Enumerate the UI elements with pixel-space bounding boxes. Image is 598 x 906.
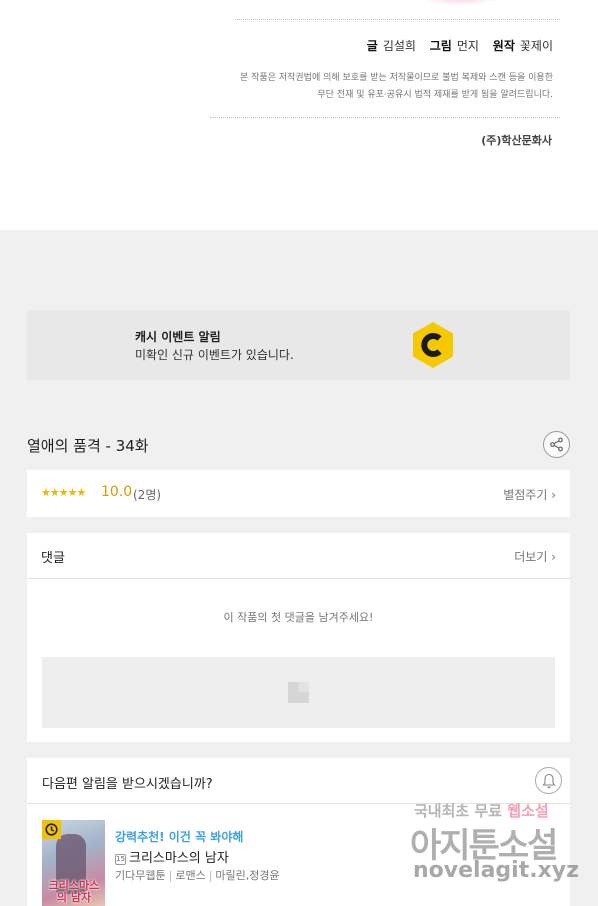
rate-button[interactable]: 별점주기 › (503, 486, 556, 503)
recommend-promo: 강력추천! 이건 꼭 봐야해 (115, 830, 244, 844)
share-icon (550, 437, 563, 452)
bell-icon (541, 773, 556, 788)
event-title: 캐시 이벤트 알림 (135, 330, 221, 344)
notify-question: 다음편 알림을 받으시겠습니까? (42, 777, 213, 792)
share-button[interactable] (543, 431, 570, 458)
age-rating-badge: 15 (115, 854, 126, 865)
rating-score: 10.0 (101, 484, 133, 500)
cash-coin-icon (413, 322, 453, 368)
comment-placeholder-icon (288, 682, 309, 703)
rating-card: ★★★★★ 10.0 (2명) 별점주기 › (27, 470, 570, 517)
event-subtitle: 미확인 신규 이벤트가 있습니다. (135, 348, 294, 362)
meta-category: 기다무웹툰 (115, 869, 166, 882)
notice-line: 본 작품은 저작권법에 의해 보호를 받는 저작물이므로 불법 복제와 스캔 등… (240, 73, 553, 83)
writer-name: 김설희 (382, 39, 416, 53)
comments-more-link[interactable]: 더보기 › (514, 548, 556, 565)
notice-line: 무단 전재 및 유포·공유시 법적 제재를 받게 됨을 알려드립니다. (317, 90, 553, 100)
notify-toggle-button[interactable] (535, 767, 562, 794)
recommended-title-text: 크리스마스의 남자 (129, 851, 229, 866)
empty-comment-message: 이 작품의 첫 댓글을 남겨주세요! (223, 611, 374, 624)
episode-footer-section: 글 김설희 그림 먼지 원작 꽃제이 본 작품은 저작권법에 의해 보호를 받는 저작… (0, 0, 598, 230)
rating-stars: ★★★★★ (41, 486, 86, 499)
notify-header: 다음편 알림을 받으시겠습니까? (27, 758, 570, 804)
divider (235, 19, 560, 20)
clock-icon (42, 820, 61, 839)
credits: 글 김설희 그림 먼지 원작 꽃제이 (367, 37, 553, 54)
divider (210, 117, 560, 118)
recommended-meta: 기다무웹툰 | 로맨스 | 마릴린,정경윤 (115, 869, 280, 882)
comment-input[interactable] (42, 657, 555, 728)
decorative-glow (420, 0, 500, 6)
original-label: 원작 (492, 39, 515, 53)
cash-event-banner[interactable]: 캐시 이벤트 알림 미확인 신규 이벤트가 있습니다. (27, 310, 570, 380)
artist-name: 먼지 (456, 39, 479, 53)
rating-count: (2명) (133, 488, 162, 502)
watermark-line-3: novelagit.xyz (413, 858, 579, 883)
original-author: 꽃제이 (519, 39, 553, 53)
recommended-title[interactable]: 15 크리스마스의 남자 (115, 847, 229, 866)
comment-section: 댓글 더보기 › 이 작품의 첫 댓글을 남겨주세요! (27, 533, 570, 742)
publisher-name: (주)학산문화사 (481, 134, 552, 147)
meta-authors: 마릴린,정경윤 (215, 869, 280, 882)
comment-label: 댓글 (41, 551, 65, 566)
writer-label: 글 (366, 39, 378, 53)
thumbnail-title: 크리스마스의 남자 (48, 879, 100, 904)
copyright-notice: 본 작품은 저작권법에 의해 보호를 받는 저작물이므로 불법 복제와 스캔 등… (193, 70, 553, 104)
episode-title: 열애의 품격 - 34화 (27, 437, 149, 455)
site-watermark: 국내최초 무료 웹소설 아지툰소설 novelagit.xyz (410, 800, 580, 890)
meta-genre: 로맨스 (175, 869, 206, 882)
comment-header: 댓글 더보기 › (27, 533, 570, 579)
artist-label: 그림 (429, 39, 452, 53)
recommended-thumbnail[interactable]: 크리스마스의 남자 (42, 820, 105, 906)
